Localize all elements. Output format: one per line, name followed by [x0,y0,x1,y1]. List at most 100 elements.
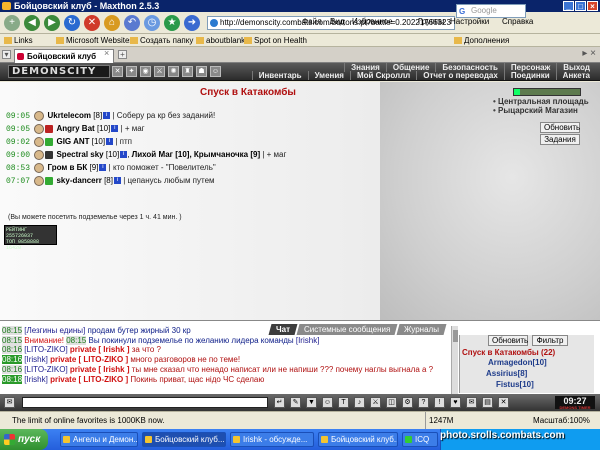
bookmark-microsoft-websites[interactable]: Microsoft Websites [56,34,133,47]
exit-chat-icon[interactable]: ✕ [498,397,509,408]
status-icon[interactable]: ⚔ [154,66,165,77]
info-icon[interactable]: i [106,138,114,146]
party-members[interactable]: Лихой Маг [10], Крымчаночка [9] [132,150,260,159]
start-button[interactable]: пуск [0,429,48,450]
nav-my-scroll[interactable]: Мой Скроллл [349,71,416,80]
taskbar-item[interactable]: Irishk - обсужде... [230,432,314,447]
help-icon[interactable]: ? [418,397,429,408]
quest-icon[interactable]: ! [434,397,445,408]
chat-mode-icon[interactable]: ✉ [4,397,15,408]
nav-transfer-report[interactable]: Отчет о переводах [416,71,504,80]
users-filter-button[interactable]: Фильтр [532,335,568,346]
info-icon[interactable]: i [103,112,111,120]
fight-icon[interactable]: ⚔ [370,397,381,408]
refresh-icon[interactable]: ↻ [64,15,80,31]
users-refresh-button[interactable]: Обновить [488,335,528,346]
minimize-button[interactable]: _ [563,1,574,11]
status-icon[interactable]: ☗ [196,66,207,77]
chat-scrollbar[interactable] [451,326,458,394]
player-name[interactable]: Angry Bat [56,124,94,133]
translit-icon[interactable]: T [338,397,349,408]
search-input[interactable]: G Google [456,4,526,18]
go-icon[interactable]: ➜ [184,15,200,31]
bookmark-links[interactable]: Links [4,34,33,47]
refresh-location-button[interactable]: Обновить [540,122,580,133]
status-icon[interactable]: ✦ [126,66,137,77]
menu-favorites[interactable]: Избранное [352,17,393,26]
chat-log-icon[interactable]: ▤ [482,397,493,408]
map-icon[interactable]: ◫ [386,397,397,408]
nav-skills[interactable]: Умения [307,71,350,80]
home-icon[interactable]: ⌂ [104,15,120,31]
close-window-button[interactable]: × [587,1,598,11]
filter-icon[interactable]: ▼ [306,397,317,408]
taskbar-item[interactable]: Ангелы и Демон... [60,432,138,447]
friends-icon[interactable]: ♥ [450,397,461,408]
forward-icon[interactable]: ▶ [44,15,60,31]
chat-sender[interactable]: [LITO-ZIKO] [24,345,67,354]
maximize-button[interactable]: □ [575,1,586,11]
tab-chat[interactable]: Чат [268,324,298,335]
bookmark-aboutblank[interactable]: aboutblank [196,34,245,47]
tab-close-icon[interactable]: × [104,48,109,58]
sound-icon[interactable]: ♪ [354,397,365,408]
room-user[interactable]: Armagedon[10] [488,358,547,367]
player-name[interactable]: Spectral sky [56,150,103,159]
status-icon[interactable]: ♜ [182,66,193,77]
nav-profile[interactable]: Анкета [555,71,596,80]
new-tab-button[interactable]: + [118,50,127,59]
player-name[interactable]: Ukrtelecom [47,111,91,120]
chat-sender[interactable]: [Irishk] [296,336,320,345]
chat-sender[interactable]: [Лезгины едины] [24,326,85,335]
info-icon[interactable]: i [99,164,107,172]
bookmark-create-folder[interactable]: Создать папку [130,34,193,47]
mail-icon[interactable]: ✉ [466,397,477,408]
menu-settings[interactable]: Настройки [450,17,489,26]
nav-battles[interactable]: Поединки [503,71,556,80]
history-icon[interactable]: ◷ [144,15,160,31]
exit-knight-shop[interactable]: Рыцарский Магазин [493,106,589,115]
quests-button[interactable]: Задания [540,134,580,145]
private-target[interactable]: private [ LITO-ZIKO ] [50,355,128,364]
exit-central-square[interactable]: Центральная площадь [493,97,589,106]
favorites-icon[interactable]: ★ [164,15,180,31]
taskbar-item[interactable]: Бойцовский клуб... [318,432,398,447]
menu-groups[interactable]: Группы [418,17,445,26]
info-icon[interactable]: i [113,177,121,185]
tab-menu-icon[interactable]: ▾ [2,50,11,59]
player-name[interactable]: Гром в БК [47,163,87,172]
status-icon[interactable]: ☺ [210,66,221,77]
undo-icon[interactable]: ↶ [124,15,140,31]
settings-icon[interactable]: ⚙ [402,397,413,408]
info-icon[interactable]: i [120,151,128,159]
back-icon[interactable]: ◀ [24,15,40,31]
send-icon[interactable]: ↵ [274,397,285,408]
clear-icon[interactable]: ✎ [290,397,301,408]
private-target[interactable]: private [ LITO-ZIKO ] [50,375,128,384]
private-target[interactable]: private [ Irishk ] [70,345,130,354]
player-name[interactable]: sky-dancerr [56,176,101,185]
smiley-icon[interactable]: ☺ [322,397,333,408]
room-user[interactable]: Fistus[10] [496,380,534,389]
addons-button[interactable]: Дополнения [454,34,509,47]
tab-fight-club[interactable]: Бойцовский клуб [14,49,114,63]
zoom-level[interactable]: Масштаб:100% [533,412,590,429]
taskbar-item[interactable]: ICQ [402,432,438,447]
bookmark-spot-on-health[interactable]: Spot on Health [244,34,307,47]
stop-icon[interactable]: ✕ [84,15,100,31]
status-icon[interactable]: ◉ [140,66,151,77]
status-icon[interactable]: ✺ [168,66,179,77]
menu-view[interactable]: Вид [330,17,344,26]
menu-help[interactable]: Справка [502,17,533,26]
chat-input[interactable] [22,397,268,408]
room-user[interactable]: Assirius[8] [486,369,527,378]
tab-system-messages[interactable]: Системные сообщения [296,324,398,335]
tab-logs[interactable]: Журналы [396,324,447,335]
tab-list-icon[interactable]: ▸ × [582,48,596,59]
taskbar-item[interactable]: Бойцовский клуб... [142,432,226,447]
info-icon[interactable]: i [111,125,119,133]
menu-file[interactable]: Файл [302,17,322,26]
player-name[interactable]: GIG ANT [56,137,89,146]
new-tab-icon[interactable]: + [4,15,20,31]
private-target[interactable]: private [ Irishk ] [70,365,130,374]
